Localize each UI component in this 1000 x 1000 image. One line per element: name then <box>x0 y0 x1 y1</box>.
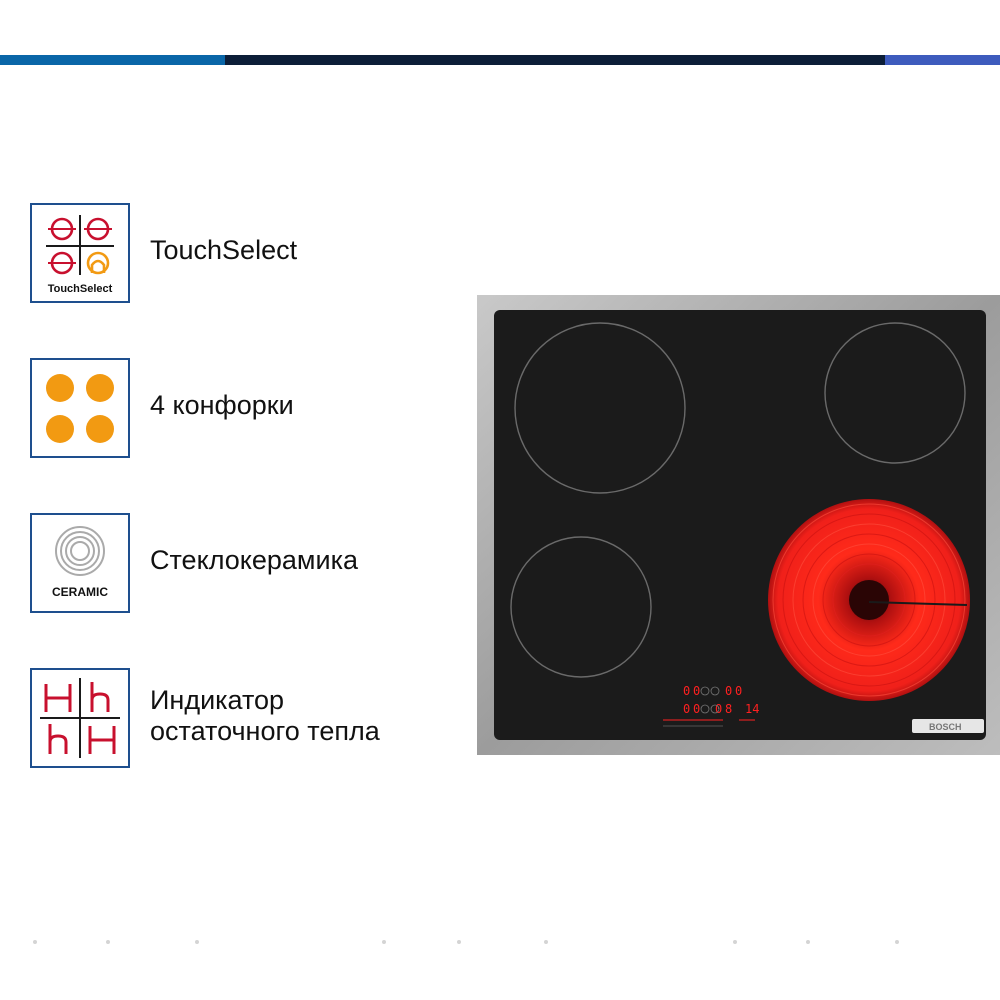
feature-ceramic: CERAMIC Стеклокерамика <box>30 513 490 613</box>
decorative-dots <box>0 940 1000 946</box>
top-bar-segment-light-blue <box>0 55 225 65</box>
feature-label-ceramic: Стеклокерамика <box>150 545 358 576</box>
display-digit: 8 <box>725 702 732 716</box>
feature-touchselect: TouchSelect TouchSelect <box>30 203 490 303</box>
display-digit: 0 <box>693 702 700 716</box>
feature-label-line: Стеклокерамика <box>150 545 358 575</box>
feature-label-line: остаточного тепла <box>150 716 380 746</box>
feature-label-line: 4 конфорки <box>150 390 294 420</box>
display-digit: 0 <box>735 684 742 698</box>
brand-logo: BOSCH <box>929 722 962 732</box>
feature-label-touchselect: TouchSelect <box>150 235 297 266</box>
feature-label-four-burners: 4 конфорки <box>150 390 294 421</box>
feature-label-line: TouchSelect <box>150 235 298 265</box>
ceramic-icon-caption: CERAMIC <box>52 585 108 599</box>
feature-label-line: Индикатор <box>150 685 285 715</box>
residual-heat-icon <box>30 668 130 768</box>
display-digit: 0 <box>693 684 700 698</box>
ceramic-icon: CERAMIC <box>30 513 130 613</box>
hob-image: 0 0 0 0 0 0 0 8 14 BOSCH <box>477 295 1000 755</box>
display-digit: 0 <box>683 684 690 698</box>
touchselect-icon-caption: TouchSelect <box>47 283 113 295</box>
feature-residual-heat: Индикатор остаточного тепла <box>30 668 490 768</box>
top-bar-segment-blue <box>885 55 1000 65</box>
top-bar-segment-navy <box>225 55 885 65</box>
top-color-bar <box>0 55 1000 65</box>
feature-four-burners: 4 конфорки <box>30 358 490 458</box>
four-burners-icon <box>30 358 130 458</box>
display-digit: 0 <box>683 702 690 716</box>
burner-front-right-active <box>768 499 970 701</box>
display-digit: 0 <box>725 684 732 698</box>
feature-label-residual-heat: Индикатор остаточного тепла <box>150 685 380 747</box>
touchselect-icon: TouchSelect <box>30 203 130 303</box>
display-timer: 14 <box>745 702 759 716</box>
